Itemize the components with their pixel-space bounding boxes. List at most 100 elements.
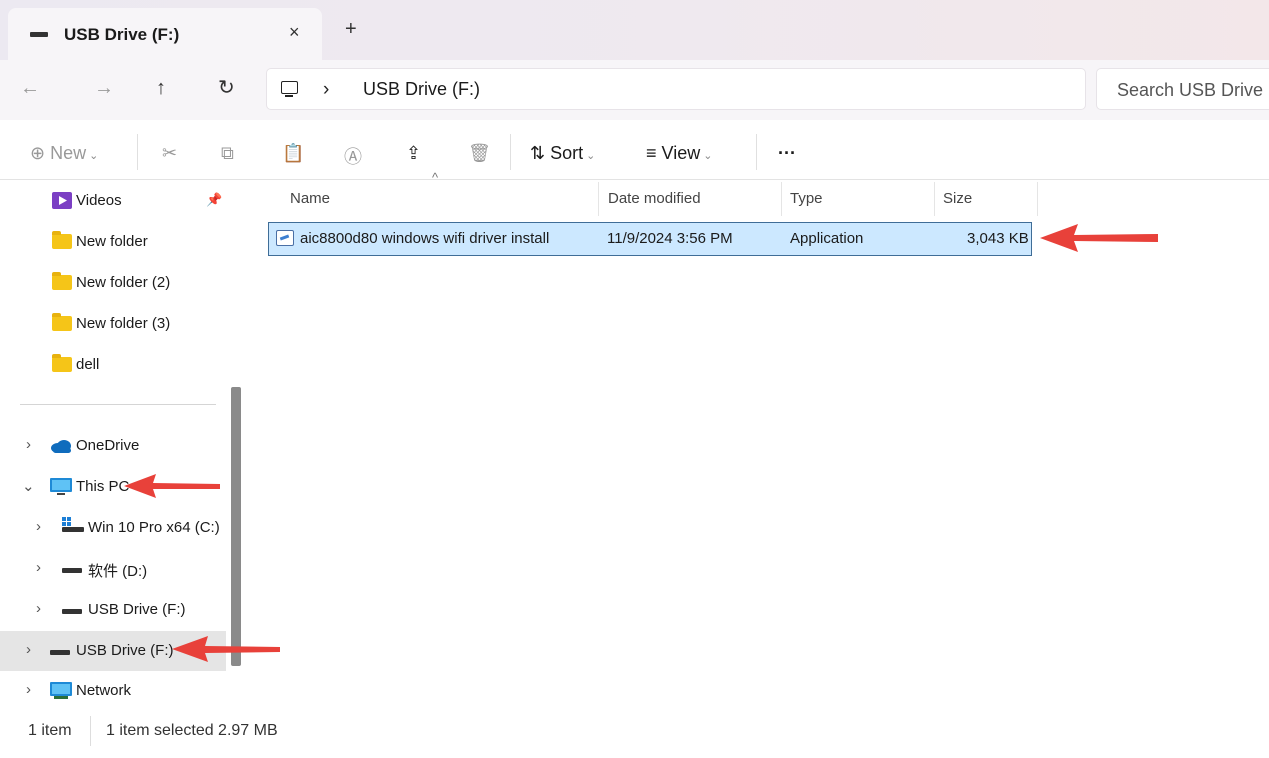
item-count: 1 item xyxy=(28,722,72,739)
annotation-arrow-file xyxy=(1040,224,1158,252)
cut-button[interactable]: ✂ xyxy=(162,143,177,164)
new-button[interactable]: ⊕ New ⌄ xyxy=(30,143,98,164)
toolbar-divider xyxy=(756,134,757,170)
view-icon: ≡ xyxy=(646,143,657,163)
back-button[interactable]: ← xyxy=(20,76,40,100)
folder-icon xyxy=(52,354,72,372)
more-options-button[interactable]: ··· xyxy=(778,143,796,164)
column-divider[interactable] xyxy=(598,182,599,216)
delete-button[interactable]: 🗑 xyxy=(468,143,491,164)
column-divider[interactable] xyxy=(934,182,935,216)
search-placeholder: Search USB Drive (F:) xyxy=(1117,80,1269,100)
file-date-modified: 11/9/2024 3:56 PM xyxy=(607,230,733,247)
view-label: View xyxy=(661,143,701,163)
chevron-down-icon: ⌄ xyxy=(703,150,713,162)
monitor-icon xyxy=(50,478,72,495)
sidebar-item-new-folder-2[interactable]: New folder (2) xyxy=(0,263,226,303)
up-button[interactable]: ↑ xyxy=(156,76,166,100)
address-bar[interactable]: › USB Drive (F:) xyxy=(266,68,1086,110)
folder-icon xyxy=(52,313,72,331)
network-icon xyxy=(50,682,72,699)
expand-chevron-icon[interactable]: › xyxy=(26,436,31,453)
sidebar-item-label: USB Drive (F:) xyxy=(76,642,174,659)
forward-button[interactable]: → xyxy=(94,76,114,100)
sidebar-item-label: USB Drive (F:) xyxy=(88,601,186,618)
chevron-down-icon: ⌄ xyxy=(586,150,596,162)
onedrive-cloud-icon xyxy=(51,440,71,453)
column-header-date-modified[interactable]: Date modified xyxy=(608,190,701,207)
sidebar-item-label: New folder xyxy=(76,233,148,250)
sidebar-scrollbar[interactable] xyxy=(231,387,241,666)
refresh-button[interactable]: ↻ xyxy=(218,76,235,100)
view-button[interactable]: ≡ View ⌄ xyxy=(646,143,712,164)
sort-ascending-icon: ^ xyxy=(432,170,439,185)
sidebar-item-dell[interactable]: dell xyxy=(0,345,226,385)
sidebar-item-onedrive[interactable]: › OneDrive xyxy=(0,426,226,466)
breadcrumb-chevron-icon[interactable]: › xyxy=(323,79,329,101)
sidebar-item-label: Win 10 Pro x64 (C:) xyxy=(88,519,220,536)
sidebar-divider xyxy=(20,404,216,405)
sidebar-item-drive-c[interactable]: › Win 10 Pro x64 (C:) xyxy=(0,508,226,548)
sort-label: Sort xyxy=(550,143,584,163)
application-icon xyxy=(276,230,294,246)
sidebar-item-drive-d[interactable]: › 软件 (D:) xyxy=(0,549,226,589)
selection-info: 1 item selected 2.97 MB xyxy=(106,722,278,739)
sort-button[interactable]: ⇅ Sort ⌄ xyxy=(530,143,595,164)
folder-icon xyxy=(52,231,72,249)
sidebar-item-label: This PC xyxy=(76,478,130,495)
expand-chevron-icon[interactable]: › xyxy=(26,641,31,658)
drive-icon xyxy=(50,650,70,655)
annotation-arrow-usb-drive xyxy=(172,636,280,662)
sidebar-item-new-folder-3[interactable]: New folder (3) xyxy=(0,304,226,344)
tab-title: USB Drive (F:) xyxy=(64,25,180,44)
sidebar-item-label: New folder (3) xyxy=(76,315,171,332)
add-icon: ⊕ xyxy=(30,143,46,163)
windows-drive-icon xyxy=(62,517,84,532)
sidebar-item-drive-f[interactable]: › USB Drive (F:) xyxy=(0,590,226,630)
videos-icon xyxy=(52,192,72,209)
file-name: aic8800d80 windows wifi driver install xyxy=(300,230,550,247)
drive-icon xyxy=(62,568,82,573)
breadcrumb-usb-drive[interactable]: USB Drive (F:) xyxy=(363,79,480,100)
expand-chevron-icon[interactable]: › xyxy=(36,600,41,617)
column-header-name[interactable]: Name xyxy=(290,190,330,207)
copy-button[interactable]: ⧉ xyxy=(221,143,234,164)
status-divider xyxy=(90,716,91,746)
pin-icon[interactable]: 📌 xyxy=(206,192,222,208)
tab-usb-drive[interactable]: USB Drive (F:) × xyxy=(8,8,322,60)
toolbar-divider xyxy=(137,134,138,170)
share-button[interactable]: ⇪ xyxy=(406,143,421,164)
sidebar-item-label: Videos xyxy=(76,192,122,209)
column-divider[interactable] xyxy=(1037,182,1038,216)
sort-icon: ⇅ xyxy=(530,143,546,163)
expand-chevron-icon[interactable]: › xyxy=(36,559,41,576)
annotation-arrow-this-pc xyxy=(124,474,220,498)
sidebar-item-label: Network xyxy=(76,682,132,699)
column-header-type[interactable]: Type xyxy=(790,190,823,207)
sidebar-item-label: 软件 (D:) xyxy=(88,563,148,580)
expand-chevron-icon[interactable]: › xyxy=(36,518,41,535)
table-row[interactable]: aic8800d80 windows wifi driver install 1… xyxy=(268,222,1032,256)
toolbar-divider xyxy=(510,134,511,170)
sidebar-item-network[interactable]: › Network xyxy=(0,671,226,711)
computer-icon[interactable] xyxy=(281,81,298,97)
column-header-size[interactable]: Size xyxy=(943,190,972,207)
new-label: New xyxy=(50,143,87,163)
drive-icon xyxy=(30,32,48,37)
file-size: 3,043 KB xyxy=(967,230,1029,247)
sidebar-item-label: New folder (2) xyxy=(76,274,171,291)
collapse-chevron-icon[interactable]: ⌄ xyxy=(22,477,35,495)
sidebar-item-label: OneDrive xyxy=(76,437,140,454)
sidebar-item-videos[interactable]: Videos 📌 xyxy=(0,181,226,221)
search-input[interactable]: Search USB Drive (F:) xyxy=(1096,68,1269,110)
chevron-down-icon: ⌄ xyxy=(89,150,99,162)
drive-icon xyxy=(62,609,82,614)
rename-button[interactable]: Ⓐ xyxy=(344,143,362,169)
close-tab-icon[interactable]: × xyxy=(289,22,300,43)
file-type: Application xyxy=(790,230,864,247)
paste-button[interactable]: 📋 xyxy=(282,143,304,164)
expand-chevron-icon[interactable]: › xyxy=(26,681,31,698)
sidebar-item-new-folder[interactable]: New folder xyxy=(0,222,226,262)
new-tab-button[interactable]: + xyxy=(345,19,357,39)
column-divider[interactable] xyxy=(781,182,782,216)
